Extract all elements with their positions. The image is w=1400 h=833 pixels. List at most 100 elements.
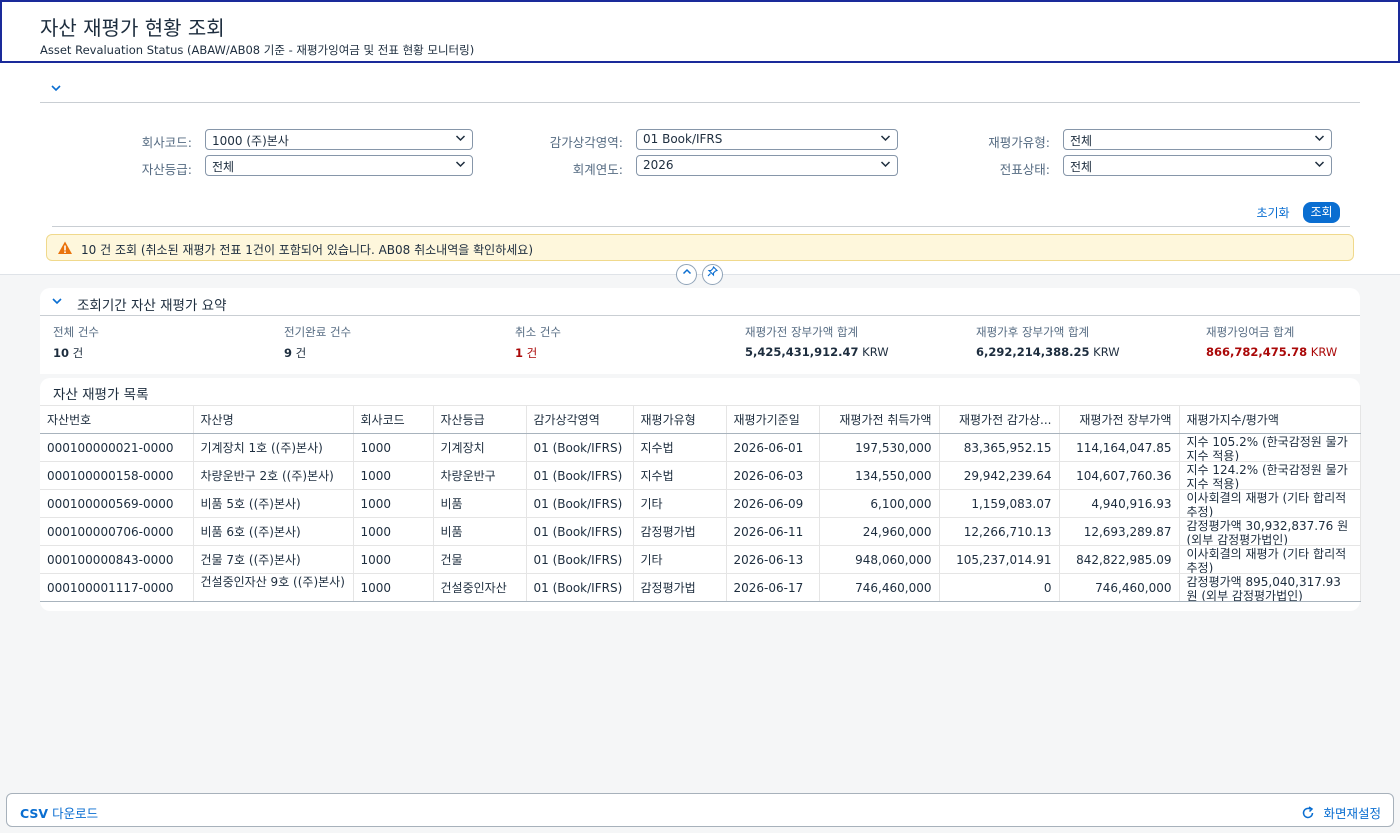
fiscal-year-label: 회계연도: xyxy=(572,162,623,177)
table-cell: 차량운반구 xyxy=(433,461,527,490)
page-title: 자산 재평가 현황 조회 xyxy=(40,16,225,40)
revaluation-type-select[interactable]: 전체 xyxy=(1063,129,1332,150)
table-cell: 01 (Book/IFRS) xyxy=(526,489,634,518)
document-status-value: 전체 xyxy=(1070,160,1093,174)
table-cell: 197,530,000 xyxy=(819,433,940,462)
table-cell: 기타 xyxy=(633,545,727,574)
chevron-up-icon xyxy=(682,268,691,275)
cell-text: 지수 105.2% (한국감정원 물가지수 적용) xyxy=(1186,435,1348,461)
csv-download-button[interactable]: CSV 다운로드 xyxy=(20,803,98,822)
column-header[interactable]: 회사코드 xyxy=(353,405,434,434)
table-cell: 비품 5호 ((주)본사) xyxy=(193,489,354,518)
document-status-label: 전표상태: xyxy=(999,162,1050,177)
table-cell: 지수 105.2% (한국감정원 물가지수 적용) xyxy=(1179,433,1361,462)
column-header[interactable]: 재평가기준일 xyxy=(726,405,820,434)
divider xyxy=(40,315,1360,316)
table-cell: 건물 7호 ((주)본사) xyxy=(193,545,354,574)
table-cell: 이사회결의 재평가 (기타 합리적 추정) xyxy=(1179,545,1361,574)
table-cell: 1000 xyxy=(353,517,434,546)
table-cell: 기계장치 xyxy=(433,433,527,462)
table-cell: 기계장치 1호 ((주)본사) xyxy=(193,433,354,462)
table-cell: 감정평가법 xyxy=(633,573,727,602)
column-header[interactable]: 재평가지수/평가액 xyxy=(1179,405,1361,434)
company-code-select[interactable]: 1000 (주)본사 xyxy=(205,129,473,150)
message-text: 10 건 조회 (취소된 재평가 전표 1건이 포함되어 있습니다. AB08 … xyxy=(81,243,533,257)
table-cell: 지수법 xyxy=(633,461,727,490)
table-cell: 건물 xyxy=(433,545,527,574)
kpi-cancelled-count: 취소 건수 1 건 xyxy=(515,325,561,360)
table-cell: 비품 6호 ((주)본사) xyxy=(193,517,354,546)
table-cell: 000100000158-0000 xyxy=(40,461,194,490)
table-cell: 기타 xyxy=(633,489,727,518)
table-cell: 842,822,985.09 xyxy=(1059,545,1180,574)
table-cell: 746,460,000 xyxy=(819,573,940,602)
company-code-label: 회사코드: xyxy=(141,135,192,150)
kpi-revaluation-surplus: 재평가잉여금 합계 866,782,475.78 KRW xyxy=(1206,325,1338,359)
table-cell: 105,237,014.91 xyxy=(939,545,1060,574)
cell-text: 지수 124.2% (한국감정원 물가지수 적용) xyxy=(1186,463,1348,489)
column-header[interactable]: 재평가전 장부가액 xyxy=(1059,405,1180,434)
kpi-posted-count: 전기완료 건수 9 건 xyxy=(284,325,352,360)
table-cell: 01 (Book/IFRS) xyxy=(526,517,634,546)
table-row[interactable]: 000100000021-0000 기계장치 1호 ((주)본사) 1000 기계장치… xyxy=(40,433,1361,462)
depreciation-area-label: 감가상각영역: xyxy=(549,135,623,150)
chevron-down-icon[interactable] xyxy=(50,82,64,96)
column-header[interactable]: 재평가전 감가상... xyxy=(939,405,1060,434)
table-cell: 1000 xyxy=(353,433,434,462)
pin-header-button[interactable] xyxy=(702,264,723,285)
table-cell: 83,365,952.15 xyxy=(939,433,1060,462)
table-cell: 01 (Book/IFRS) xyxy=(526,461,634,490)
table-cell: 건설중인자산 9호 ((주)본사) xyxy=(193,573,354,602)
table-row[interactable]: 000100000706-0000 비품 6호 ((주)본사) 1000 비품 01 (… xyxy=(40,517,1361,546)
cell-text: 감정평가액 895,040,317.93 원 (외부 감정평가법인) xyxy=(1186,575,1341,601)
chevron-down-icon[interactable] xyxy=(51,295,63,310)
collapse-header-button[interactable] xyxy=(676,264,697,285)
kpi-total-count: 전체 건수 10 건 xyxy=(53,325,99,360)
kpi-pre-book-value: 재평가전 장부가액 합계 5,425,431,912.47 KRW xyxy=(745,325,889,359)
column-header[interactable]: 감가상각영역 xyxy=(526,405,634,434)
table-row[interactable]: 000100000158-0000 차량운반구 2호 ((주)본사) 1000 차량운… xyxy=(40,461,1361,490)
column-header[interactable]: 자산명 xyxy=(193,405,354,434)
table-cell: 01 (Book/IFRS) xyxy=(526,573,634,602)
table-cell: 감정평가법 xyxy=(633,517,727,546)
fiscal-year-select[interactable]: 2026 xyxy=(636,155,898,176)
table-cell: 000100000706-0000 xyxy=(40,517,194,546)
depreciation-area-select[interactable]: 01 Book/IFRS xyxy=(636,129,898,150)
table-cell: 건설중인자산 xyxy=(433,573,527,602)
column-header[interactable]: 재평가유형 xyxy=(633,405,727,434)
table-row[interactable]: 000100001117-0000 건설중인자산 9호 ((주)본사) 1000 건설… xyxy=(40,573,1361,602)
asset-class-label: 자산등급: xyxy=(141,162,192,177)
table-cell: 차량운반구 2호 ((주)본사) xyxy=(193,461,354,490)
page-header: 자산 재평가 현황 조회 Asset Revaluation Status (A… xyxy=(0,0,1400,63)
table-cell: 1000 xyxy=(353,573,434,602)
reset-layout-button[interactable]: 화면재설정 xyxy=(1301,803,1381,822)
table-cell: 114,164,047.85 xyxy=(1059,433,1180,462)
revaluation-type-label: 재평가유형: xyxy=(988,135,1050,150)
warning-message-strip: 10 건 조회 (취소된 재평가 전표 1건이 포함되어 있습니다. AB08 … xyxy=(46,234,1354,261)
table-cell: 746,460,000 xyxy=(1059,573,1180,602)
table-cell: 2026-06-03 xyxy=(726,461,820,490)
asset-class-value: 전체 xyxy=(212,160,235,174)
table-row[interactable]: 000100000569-0000 비품 5호 ((주)본사) 1000 비품 01 (… xyxy=(40,489,1361,518)
search-button[interactable]: 조회 xyxy=(1303,202,1340,223)
pin-icon xyxy=(707,265,719,277)
document-status-select[interactable]: 전체 xyxy=(1063,155,1332,176)
chevron-down-icon xyxy=(880,157,891,174)
table-row[interactable]: 000100000843-0000 건물 7호 ((주)본사) 1000 건물 01 (… xyxy=(40,545,1361,574)
kpi-post-book-value: 재평가후 장부가액 합계 6,292,214,388.25 KRW xyxy=(976,325,1120,359)
cell-text: 건설중인자산 9호 ((주)본사) xyxy=(200,575,345,589)
table-cell: 2026-06-13 xyxy=(726,545,820,574)
asset-class-select[interactable]: 전체 xyxy=(205,155,473,176)
chevron-down-icon xyxy=(455,131,466,148)
depreciation-area-value: 01 Book/IFRS xyxy=(643,132,723,146)
column-header[interactable]: 재평가전 취득가액 xyxy=(819,405,940,434)
table-cell: 000100000843-0000 xyxy=(40,545,194,574)
table-cell: 1000 xyxy=(353,489,434,518)
fiscal-year-value: 2026 xyxy=(643,158,674,172)
table-cell: 4,940,916.93 xyxy=(1059,489,1180,518)
reset-button[interactable]: 초기화 xyxy=(1250,203,1296,223)
table-cell: 지수법 xyxy=(633,433,727,462)
column-header[interactable]: 자산번호 xyxy=(40,405,194,434)
column-header[interactable]: 자산등급 xyxy=(433,405,527,434)
table-cell: 0 xyxy=(939,573,1060,602)
